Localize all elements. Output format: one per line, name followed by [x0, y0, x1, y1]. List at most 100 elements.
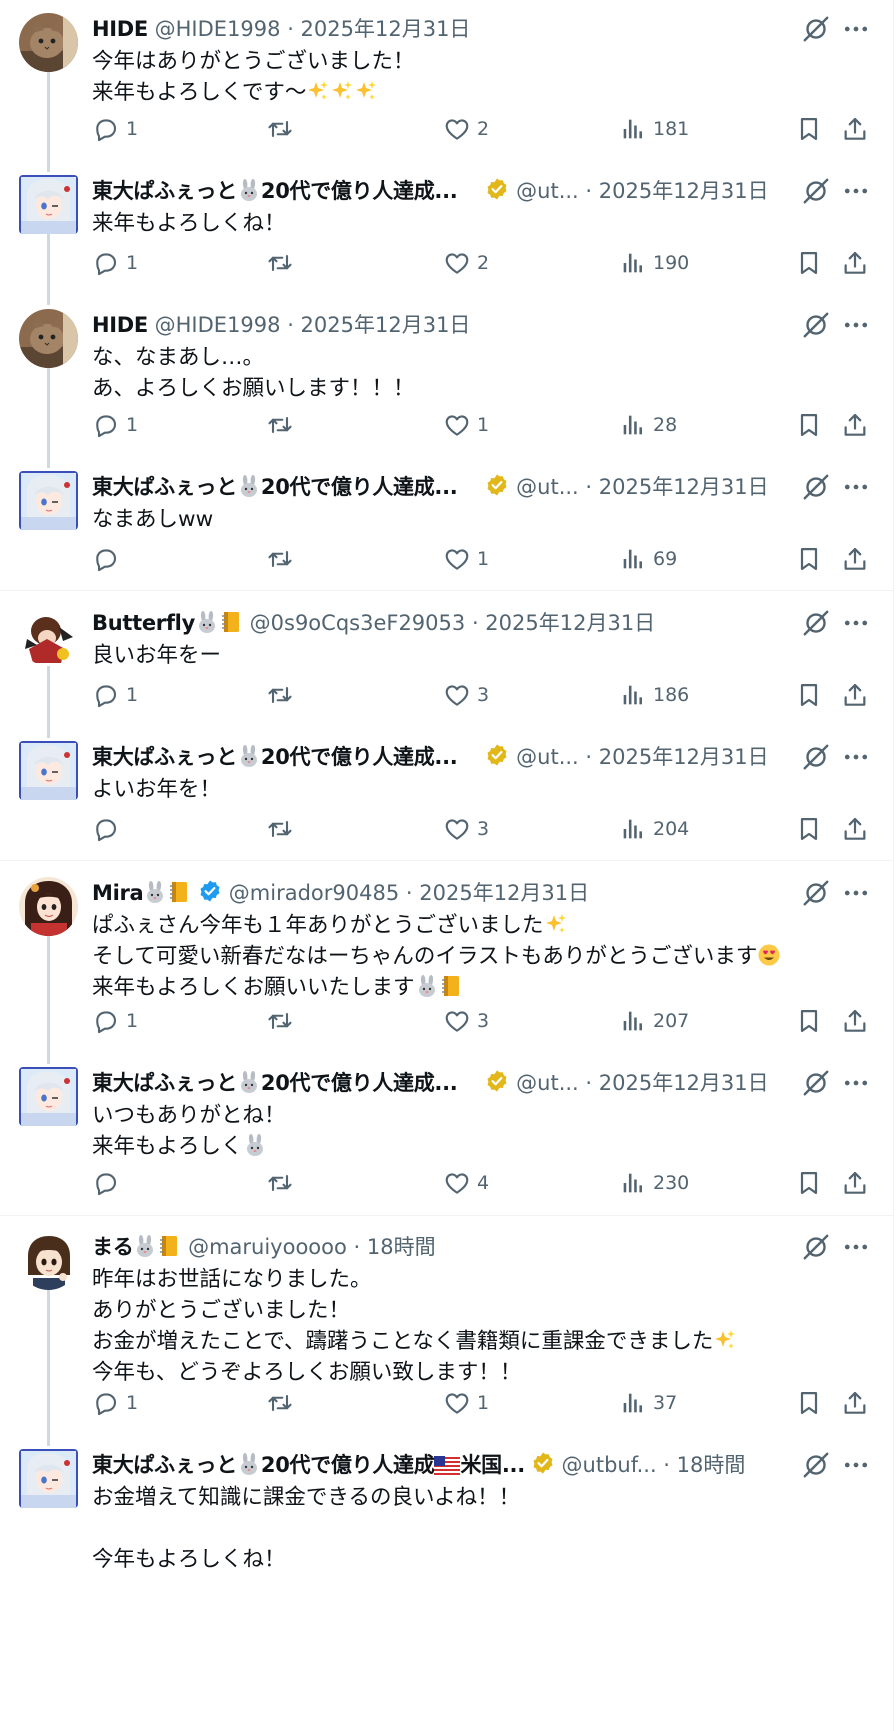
avatar[interactable] [19, 309, 78, 368]
like-button[interactable]: 1 [443, 1388, 489, 1418]
reply-button[interactable] [92, 544, 126, 574]
author-name[interactable]: Mira [92, 881, 191, 905]
tweet[interactable]: 東大ぱふぇっと 20代で億り人達成... @ut... · 2025年12月31日… [0, 1067, 893, 1196]
retweet-button[interactable] [266, 1006, 300, 1036]
views-button[interactable]: 230 [619, 1168, 689, 1198]
bookmark-button[interactable] [795, 1388, 823, 1418]
bookmark-button[interactable] [795, 544, 823, 574]
author-name[interactable]: HIDE [92, 17, 148, 41]
retweet-button[interactable] [266, 1168, 300, 1198]
author-handle[interactable]: @ut... [509, 1071, 579, 1095]
author-handle[interactable]: @ut... [509, 745, 579, 769]
views-button[interactable]: 181 [619, 114, 689, 144]
author-name[interactable]: Butterfly [92, 611, 243, 635]
timestamp[interactable]: 18時間 [367, 1235, 436, 1259]
share-button[interactable] [841, 114, 869, 144]
grok-icon[interactable] [801, 1450, 831, 1480]
tweet[interactable]: 東大ぱふぇっと 20代で億り人達成... @ut... · 2025年12月31日… [0, 175, 893, 276]
grok-icon[interactable] [801, 1068, 831, 1098]
views-button[interactable]: 204 [619, 814, 689, 844]
author-handle[interactable]: @HIDE1998 [148, 17, 281, 41]
like-button[interactable]: 3 [443, 814, 489, 844]
tweet[interactable]: Mira @mirador90485 · 2025年12月31日 ぱふぇさん今年も… [0, 877, 893, 1034]
grok-icon[interactable] [801, 472, 831, 502]
like-button[interactable]: 1 [443, 544, 489, 574]
views-button[interactable]: 28 [619, 410, 677, 440]
grok-icon[interactable] [801, 14, 831, 44]
tweet[interactable]: まる @maruiyooooo · 18時間 昨年はお世話になりました。 ありがとう… [0, 1231, 893, 1416]
like-button[interactable]: 1 [443, 410, 489, 440]
author-name[interactable]: 東大ぱふぇっと 20代で億り人達成... [92, 179, 458, 203]
author-name[interactable]: 東大ぱふぇっと 20代で億り人達成... [92, 745, 458, 769]
like-button[interactable]: 2 [443, 114, 489, 144]
views-button[interactable]: 207 [619, 1006, 689, 1036]
timestamp[interactable]: 2025年12月31日 [485, 611, 655, 635]
tweet[interactable]: 東大ぱふぇっと 20代で億り人達成... @ut... · 2025年12月31日… [0, 471, 893, 572]
share-button[interactable] [841, 1388, 869, 1418]
timestamp[interactable]: 2025年12月31日 [301, 313, 471, 337]
like-button[interactable]: 3 [443, 1006, 489, 1036]
retweet-button[interactable] [266, 410, 300, 440]
retweet-button[interactable] [266, 114, 300, 144]
more-icon[interactable] [841, 1450, 871, 1480]
grok-icon[interactable] [801, 608, 831, 638]
more-icon[interactable] [841, 14, 871, 44]
retweet-button[interactable] [266, 248, 300, 278]
timestamp[interactable]: 18時間 [677, 1453, 746, 1477]
avatar[interactable] [19, 741, 78, 800]
author-name[interactable]: HIDE [92, 313, 148, 337]
timestamp[interactable]: 2025年12月31日 [599, 745, 769, 769]
avatar[interactable] [19, 607, 78, 666]
reply-button[interactable]: 1 [92, 248, 138, 278]
share-button[interactable] [841, 680, 869, 710]
like-button[interactable]: 4 [443, 1168, 489, 1198]
bookmark-button[interactable] [795, 1006, 823, 1036]
avatar[interactable] [19, 471, 78, 530]
timestamp[interactable]: 2025年12月31日 [599, 475, 769, 499]
grok-icon[interactable] [801, 878, 831, 908]
author-handle[interactable]: @utbuf... [555, 1453, 657, 1477]
share-button[interactable] [841, 1006, 869, 1036]
bookmark-button[interactable] [795, 114, 823, 144]
share-button[interactable] [841, 248, 869, 278]
author-name[interactable]: 東大ぱふぇっと 20代で億り人達成 米国... [92, 1453, 525, 1477]
tweet[interactable]: 東大ぱふぇっと 20代で億り人達成 米国... @utbuf... · 18時間 お金… [0, 1449, 893, 1572]
more-icon[interactable] [841, 878, 871, 908]
author-handle[interactable]: @ut... [509, 475, 579, 499]
share-button[interactable] [841, 1168, 869, 1198]
reply-button[interactable] [92, 814, 126, 844]
avatar[interactable] [19, 175, 78, 234]
author-handle[interactable]: @maruiyooooo [181, 1235, 347, 1259]
views-button[interactable]: 186 [619, 680, 689, 710]
more-icon[interactable] [841, 176, 871, 206]
share-button[interactable] [841, 410, 869, 440]
reply-button[interactable]: 1 [92, 410, 138, 440]
more-icon[interactable] [841, 472, 871, 502]
grok-icon[interactable] [801, 310, 831, 340]
tweet[interactable]: Butterfly @0s9oCqs3eF29053 · 2025年12月31日… [0, 607, 893, 708]
bookmark-button[interactable] [795, 410, 823, 440]
views-button[interactable]: 69 [619, 544, 677, 574]
reply-button[interactable]: 1 [92, 680, 138, 710]
retweet-button[interactable] [266, 544, 300, 574]
bookmark-button[interactable] [795, 814, 823, 844]
retweet-button[interactable] [266, 814, 300, 844]
avatar[interactable] [19, 1449, 78, 1508]
author-handle[interactable]: @mirador90485 [222, 881, 399, 905]
timestamp[interactable]: 2025年12月31日 [599, 1071, 769, 1095]
reply-button[interactable] [92, 1168, 126, 1198]
author-handle[interactable]: @0s9oCqs3eF29053 [243, 611, 466, 635]
views-button[interactable]: 37 [619, 1388, 677, 1418]
reply-button[interactable]: 1 [92, 1388, 138, 1418]
avatar[interactable] [19, 1231, 78, 1290]
author-handle[interactable]: @ut... [509, 179, 579, 203]
like-button[interactable]: 2 [443, 248, 489, 278]
timestamp[interactable]: 2025年12月31日 [301, 17, 471, 41]
like-button[interactable]: 3 [443, 680, 489, 710]
avatar[interactable] [19, 877, 78, 936]
retweet-button[interactable] [266, 1388, 300, 1418]
reply-button[interactable]: 1 [92, 1006, 138, 1036]
timestamp[interactable]: 2025年12月31日 [599, 179, 769, 203]
grok-icon[interactable] [801, 742, 831, 772]
views-button[interactable]: 190 [619, 248, 689, 278]
